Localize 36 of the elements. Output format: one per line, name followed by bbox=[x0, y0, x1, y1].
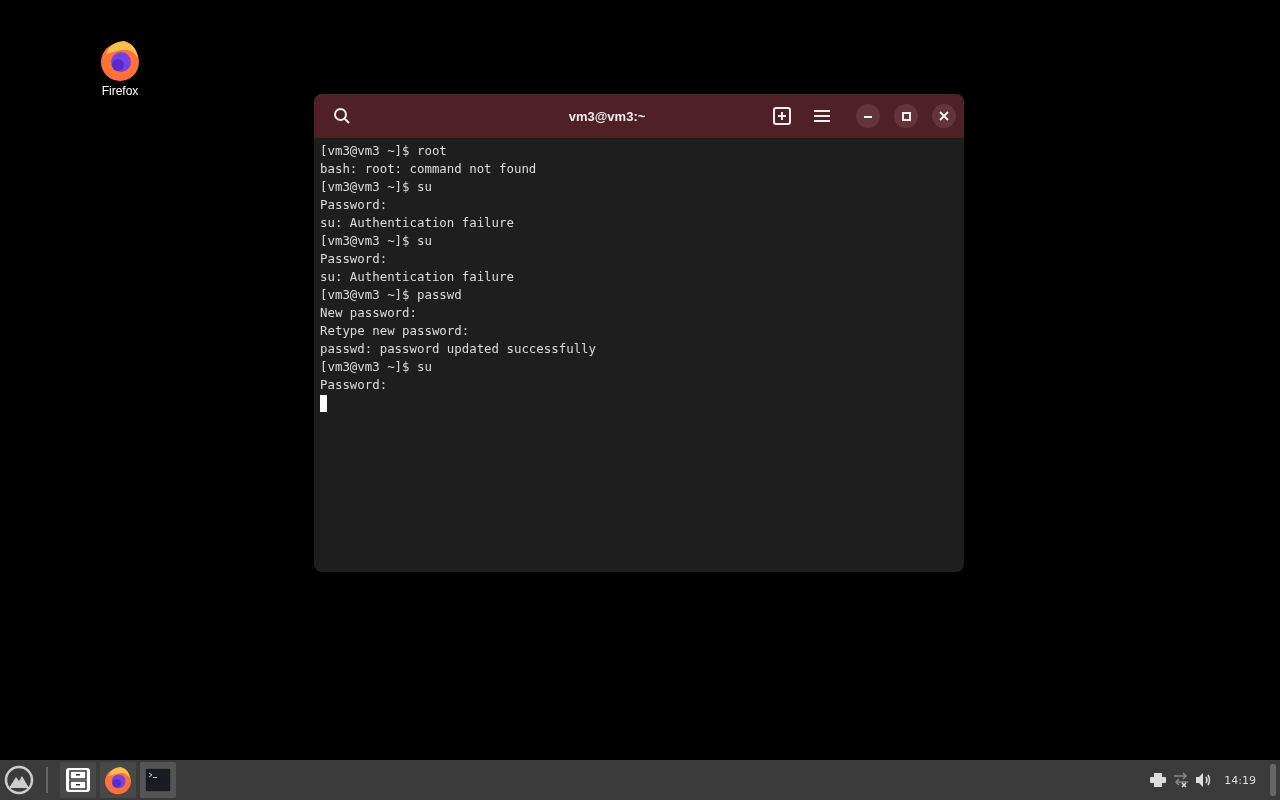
close-icon bbox=[939, 111, 949, 121]
terminal-icon bbox=[145, 768, 171, 792]
speaker-icon[interactable] bbox=[1196, 773, 1213, 787]
terminal-line: New password: bbox=[320, 304, 418, 322]
terminal-line: Password: bbox=[320, 250, 389, 268]
plus-square-icon bbox=[773, 107, 791, 125]
taskbar-app-button[interactable] bbox=[100, 762, 136, 798]
window-title: vm3@vm3:~ bbox=[567, 108, 647, 124]
minimize-icon bbox=[864, 114, 872, 118]
desktop-icon-label[interactable]: Firefox bbox=[101, 84, 139, 98]
terminal-line: Password: bbox=[320, 196, 389, 214]
terminal-line: [vm3@vm3 ~]$ su bbox=[320, 232, 433, 250]
taskbar-app-button[interactable] bbox=[60, 762, 96, 798]
clock[interactable]: 14:19 bbox=[1224, 773, 1256, 787]
terminal-line: Password: bbox=[320, 376, 389, 394]
terminal-line: [vm3@vm3 ~]$ root bbox=[320, 142, 448, 160]
file-cabinet-icon bbox=[64, 766, 92, 794]
printer-icon[interactable] bbox=[1150, 773, 1167, 787]
terminal-line: [vm3@vm3 ~]$ su bbox=[320, 178, 433, 196]
search-icon bbox=[333, 107, 351, 125]
network-disconnected-icon[interactable] bbox=[1172, 772, 1191, 788]
menu-icon bbox=[814, 109, 830, 123]
close-button[interactable] bbox=[932, 104, 956, 128]
firefox-icon bbox=[103, 765, 133, 795]
terminal-line: Retype new password: bbox=[320, 322, 471, 340]
terminal-line: passwd: password updated successfully bbox=[320, 340, 597, 358]
maximize-button[interactable] bbox=[894, 104, 918, 128]
minimize-button[interactable] bbox=[856, 104, 880, 128]
terminal-line: [vm3@vm3 ~]$ passwd bbox=[320, 286, 463, 304]
firefox-icon[interactable] bbox=[98, 38, 142, 82]
maximize-icon bbox=[901, 111, 911, 121]
terminal-line: [vm3@vm3 ~]$ su bbox=[320, 358, 433, 376]
terminal-line: su: Authentication failure bbox=[320, 214, 515, 232]
terminal-line: bash: root: command not found bbox=[320, 160, 538, 178]
terminal-line: su: Authentication failure bbox=[320, 268, 515, 286]
mountain-logo-icon[interactable] bbox=[4, 765, 34, 795]
